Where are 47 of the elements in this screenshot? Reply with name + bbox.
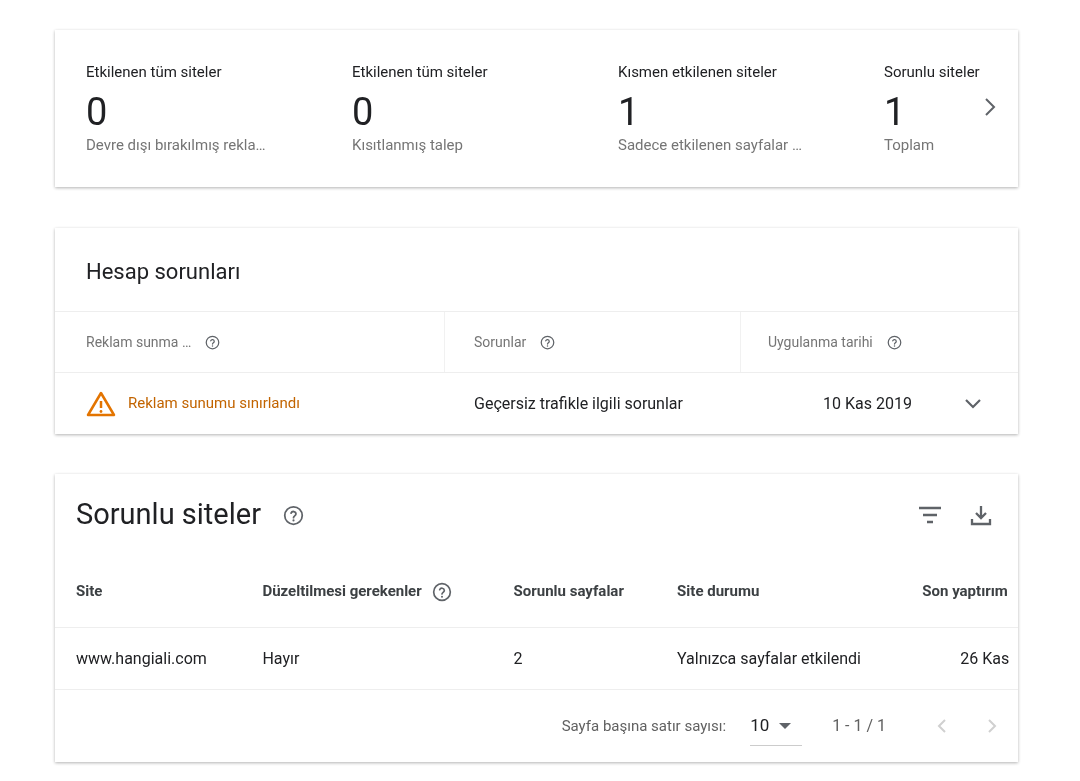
summary-value: 1 <box>884 89 906 134</box>
table-cell: www.hangiali.com <box>76 648 207 668</box>
column-header: Reklam sunma … <box>86 332 192 352</box>
summary-caption: Sadece etkilenen sayfalar … <box>618 134 803 156</box>
help-icon[interactable] <box>431 581 452 602</box>
issue-text: Geçersiz trafikle ilgili sorunlar <box>474 393 683 413</box>
summary-value: 0 <box>352 89 374 134</box>
summary-caption: Devre dışı bırakılmış rekla… <box>86 134 267 156</box>
table-cell: Hayır <box>262 648 300 668</box>
summary-value: 0 <box>86 89 108 134</box>
table-cell: 2 <box>513 648 523 668</box>
warning-icon <box>86 390 116 417</box>
column-header: Uygulanma tarihi <box>768 332 873 352</box>
download-icon <box>970 504 992 526</box>
summary-title: Etkilenen tüm siteler <box>86 62 223 83</box>
column-header: Site <box>76 581 103 603</box>
caret-icon <box>779 722 792 729</box>
chevron-right-icon <box>987 718 997 734</box>
help-icon[interactable] <box>886 334 902 350</box>
page-range: 1 - 1 / 1 <box>832 715 886 737</box>
column-header: Son yaptırım <box>922 581 1008 603</box>
help-icon[interactable] <box>205 334 221 350</box>
summary-title: Etkilenen tüm siteler <box>352 62 489 83</box>
issue-row[interactable]: Reklam sunumu sınırlandı Geçersiz trafikle ilgili sorunlar 10 Kas 2019 <box>55 373 1018 434</box>
table-cell: Yalnızca sayfalar etkilendi <box>677 648 861 668</box>
rows-per-page-label: Sayfa başına satır sayısı: <box>561 715 727 737</box>
help-icon[interactable] <box>282 504 304 526</box>
filter-icon <box>918 506 942 524</box>
summary-title: Kısmen etkilenen siteler <box>618 62 778 83</box>
chevron-left-icon <box>937 718 947 734</box>
column-header: Düzeltilmesi gerekenler <box>262 581 422 603</box>
column-header: Sorunlar <box>474 332 527 352</box>
column-header: Sorunlu sayfalar <box>513 581 624 603</box>
summary-value: 1 <box>618 89 640 134</box>
date-text: 10 Kas 2019 <box>823 392 912 415</box>
column-header: Site durumu <box>677 581 760 603</box>
summary-caption: Kısıtlanmış talep <box>352 134 464 156</box>
rows-per-page-select[interactable]: 10 <box>750 706 803 746</box>
chevron-down-icon <box>964 397 982 410</box>
status-text: Reklam sunumu sınırlandı <box>128 393 300 415</box>
card-title: Sorunlu siteler <box>76 496 261 534</box>
card-title: Hesap sorunları <box>85 258 241 286</box>
chevron-right-icon <box>984 97 996 117</box>
summary-title: Sorunlu siteler <box>884 62 981 83</box>
summary-caption: Toplam <box>884 134 936 156</box>
table-cell: 26 Kas <box>960 648 1010 668</box>
help-icon[interactable] <box>540 334 556 350</box>
